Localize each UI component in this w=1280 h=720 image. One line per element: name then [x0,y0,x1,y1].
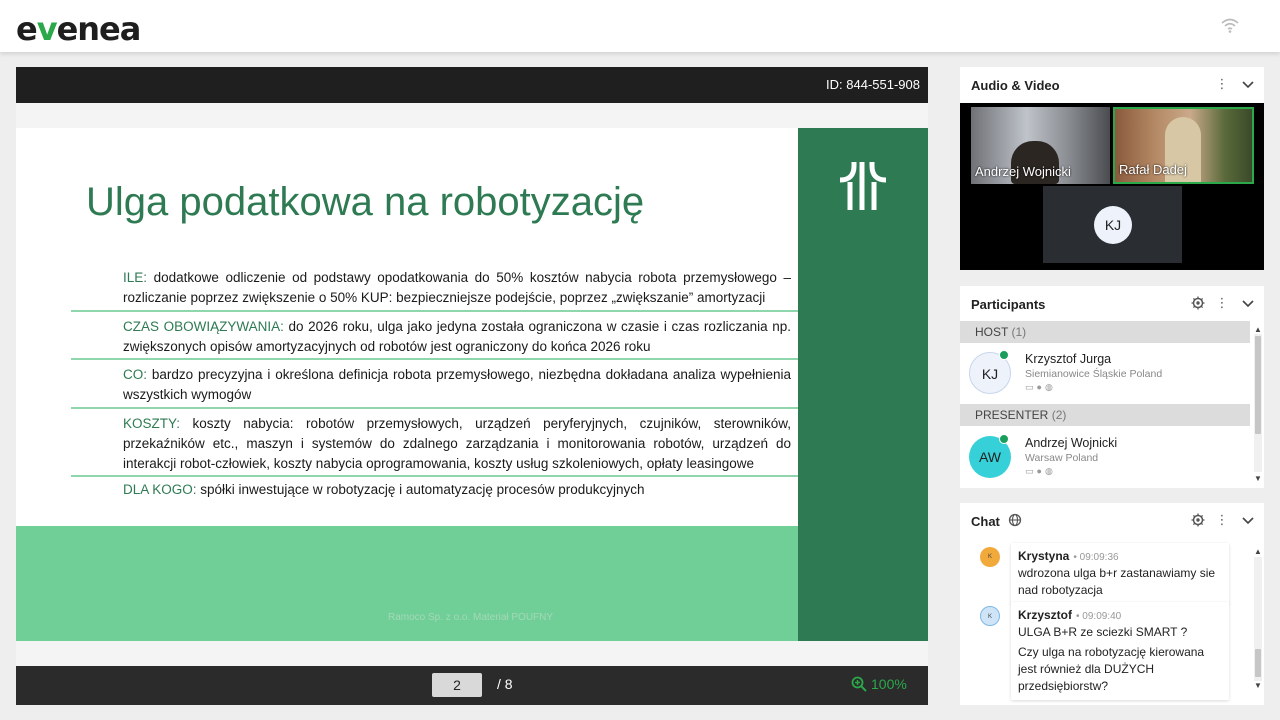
participant-location: Siemianowice Śląskie Poland [1025,368,1163,380]
panel-title: Participants [971,297,1046,312]
slide-bullet: CO: bardzo precyzyjna i określona defini… [123,367,791,402]
gear-icon[interactable] [1190,295,1206,311]
video-tile-active[interactable]: Rafał Dadej [1113,107,1254,184]
panel-title: Chat [971,514,1000,529]
message-author: Krzysztof [1018,608,1073,622]
meeting-id: ID: 844-551-908 [826,77,920,92]
more-options-icon[interactable]: ⋮ [1214,76,1230,92]
video-tile-name: Rafał Dadej [1119,162,1187,177]
slide-title: Ulga podatkowa na robotyzację [86,180,645,224]
chevron-down-icon[interactable] [1240,295,1256,311]
presentation-viewer: ID: 844-551-908 Ulga podatkowa na roboty… [16,67,928,705]
panel-title: Audio & Video [971,78,1060,93]
participant-location: Warsaw Poland [1025,452,1099,464]
participants-panel: Participants ⋮ HOST (1) KJ Krzysztof Jur… [960,286,1264,488]
video-tile[interactable]: Andrzej Wojnicki [971,107,1110,184]
online-status-dot [999,434,1009,444]
scrollbar[interactable] [1254,557,1262,681]
video-tile-placeholder[interactable]: KJ [1043,186,1182,263]
video-area: Andrzej Wojnicki Rafał Dadej KJ [960,103,1264,270]
zoom-level: 100% [871,676,907,692]
company-logo-icon [839,162,887,210]
message-text: Czy ulga na robotyzację kierowana jest r… [1018,645,1205,693]
group-header-host: HOST (1) [960,321,1250,343]
scroll-up-arrow-icon[interactable]: ▲ [1254,547,1262,556]
slide-bullet: CZAS OBOWIĄZYWANIA: do 2026 roku, ulga j… [123,319,791,354]
chat-avatar: K [980,547,1000,567]
more-options-icon[interactable]: ⋮ [1214,295,1230,311]
video-tile-name: Andrzej Wojnicki [975,164,1071,179]
divider [71,358,798,360]
participant-name: Krzysztof Jurga [1025,352,1112,366]
message-text: wdrozona ulga b+r zastanawiamy sie nad r… [1018,566,1216,597]
presentation-header: ID: 844-551-908 [16,67,928,103]
device-icons: ▭●◍ [1025,382,1056,392]
presentation-footer: 2 / 8 100% [16,666,928,705]
slide-bullet: DLA KOGO: spółki inwestujące w robotyzac… [123,482,645,497]
chat-message: Krzysztof • 09:09:40 ULGA B+R ze sciezki … [1011,602,1229,700]
message-text: ULGA B+R ze sciezki SMART ? [1018,625,1188,639]
slide: Ulga podatkowa na robotyzację ILE: dodat… [16,128,928,641]
wifi-icon [1221,18,1239,33]
scrollbar-thumb[interactable] [1255,649,1261,677]
online-status-dot [999,350,1009,360]
group-header-presenter: PRESENTER (2) [960,404,1250,426]
chevron-down-icon[interactable] [1240,76,1256,92]
slide-bullet: ILE: dodatkowe odliczenie od podstawy op… [123,270,791,305]
participant-name: Andrzej Wojnicki [1025,436,1118,450]
globe-icon[interactable] [1007,512,1023,528]
divider [71,407,798,409]
audio-video-panel: Audio & Video ⋮ Andrzej Wojnicki Rafał D… [960,67,1264,270]
scroll-down-arrow-icon[interactable]: ▼ [1254,474,1262,483]
scrollbar[interactable] [1254,334,1262,472]
scroll-down-arrow-icon[interactable]: ▼ [1254,681,1262,690]
scrollbar-thumb[interactable] [1255,336,1261,434]
divider [71,310,798,312]
page-total: / 8 [497,676,513,692]
top-bar: evenea [0,0,1280,52]
more-options-icon[interactable]: ⋮ [1214,512,1230,528]
message-time: • 09:09:36 [1073,552,1119,563]
evenea-logo[interactable]: evenea [16,10,141,48]
page-number-input[interactable]: 2 [432,673,482,697]
gear-icon[interactable] [1190,512,1206,528]
zoom-control[interactable]: 100% [851,676,907,692]
slide-bullet: KOSZTY: koszty nabycia: robotów przemysł… [123,416,791,471]
chat-message: Krystyna • 09:09:36 wdrozona ulga b+r zas… [1011,543,1229,604]
chat-avatar: K [980,606,1000,626]
message-author: Krystyna [1018,549,1070,563]
device-icons: ▭●◍ [1025,466,1056,476]
chevron-down-icon[interactable] [1240,512,1256,528]
message-time: • 09:09:40 [1076,611,1122,622]
avatar: KJ [1094,206,1132,244]
divider [71,475,798,477]
slide-bottom-band [16,526,798,641]
scroll-up-arrow-icon[interactable]: ▲ [1254,325,1262,334]
slide-footnote: Ramoco Sp. z o.o. Materiał POUFNY [388,612,554,623]
zoom-in-icon [851,676,867,692]
chat-panel: Chat ⋮ K Krystyna • 09:09:36 wdrozona ulg… [960,503,1264,705]
